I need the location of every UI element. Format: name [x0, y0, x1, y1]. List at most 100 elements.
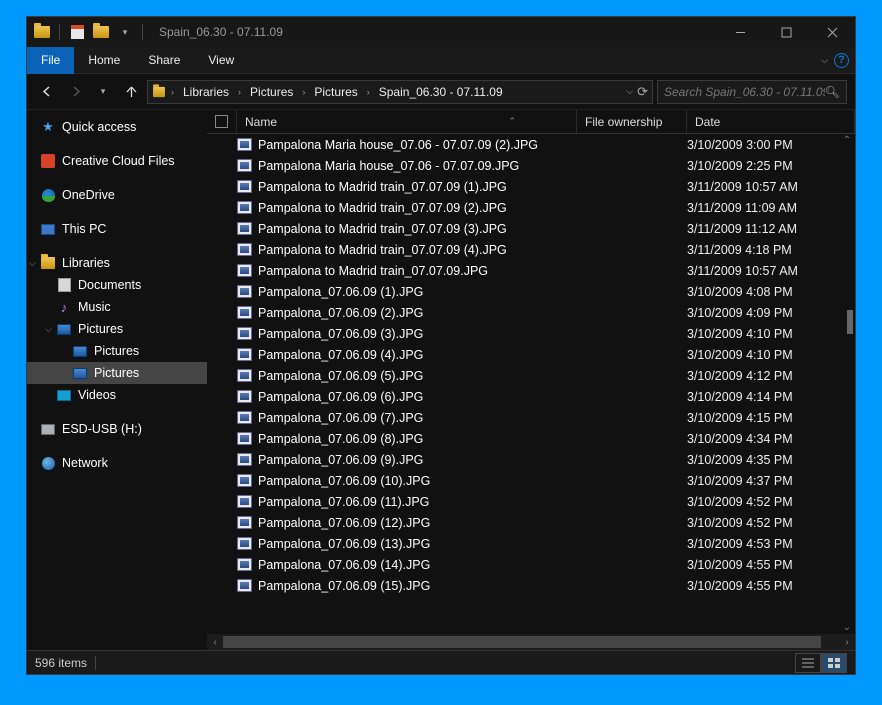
file-row[interactable]: Pampalona_07.06.09 (6).JPG3/10/2009 4:14…: [207, 386, 855, 407]
back-button[interactable]: [35, 80, 59, 104]
maximize-button[interactable]: [763, 17, 809, 47]
nav-music[interactable]: ♪Music: [27, 296, 207, 318]
nav-documents[interactable]: Documents: [27, 274, 207, 296]
refresh-icon[interactable]: ⟳: [637, 84, 648, 100]
chevron-right-icon[interactable]: ›: [234, 87, 245, 97]
file-row[interactable]: Pampalona to Madrid train_07.07.09 (3).J…: [207, 218, 855, 239]
nav-onedrive[interactable]: OneDrive: [27, 184, 207, 206]
search-input[interactable]: [664, 85, 825, 99]
file-row[interactable]: Pampalona_07.06.09 (12).JPG3/10/2009 4:5…: [207, 512, 855, 533]
crumb-libraries[interactable]: Libraries: [179, 81, 233, 103]
file-row[interactable]: Pampalona Maria house_07.06 - 07.07.09 (…: [207, 134, 855, 155]
column-date[interactable]: Date: [687, 110, 855, 133]
file-row[interactable]: Pampalona_07.06.09 (8).JPG3/10/2009 4:34…: [207, 428, 855, 449]
nav-pictures-sub2[interactable]: Pictures: [27, 362, 207, 384]
forward-button[interactable]: [63, 80, 87, 104]
chevron-right-icon[interactable]: ›: [167, 87, 178, 97]
scroll-up-arrow-icon[interactable]: ⌃: [842, 135, 852, 146]
file-date: 3/10/2009 4:53 PM: [687, 537, 855, 551]
crumb-pictures-2[interactable]: Pictures: [310, 81, 361, 103]
file-row[interactable]: Pampalona_07.06.09 (11).JPG3/10/2009 4:5…: [207, 491, 855, 512]
nav-esd-usb[interactable]: ESD-USB (H:): [27, 418, 207, 440]
image-file-icon: [237, 306, 252, 319]
vertical-scrollbar[interactable]: ⌃ ⌄: [839, 134, 855, 634]
file-date: 3/10/2009 4:35 PM: [687, 453, 855, 467]
nav-this-pc[interactable]: This PC: [27, 218, 207, 240]
column-label: File ownership: [585, 115, 662, 129]
file-row[interactable]: Pampalona_07.06.09 (5).JPG3/10/2009 4:12…: [207, 365, 855, 386]
chevron-right-icon[interactable]: ›: [363, 87, 374, 97]
folder-icon[interactable]: [31, 21, 53, 43]
tab-view[interactable]: View: [194, 47, 248, 74]
file-row[interactable]: Pampalona_07.06.09 (9).JPG3/10/2009 4:35…: [207, 449, 855, 470]
file-row[interactable]: Pampalona_07.06.09 (15).JPG3/10/2009 4:5…: [207, 575, 855, 596]
column-name[interactable]: Name⌃: [237, 110, 577, 133]
file-row[interactable]: Pampalona_07.06.09 (1).JPG3/10/2009 4:08…: [207, 281, 855, 302]
chevron-down-icon[interactable]: ⌵: [29, 258, 36, 269]
file-row[interactable]: Pampalona Maria house_07.06 - 07.07.09.J…: [207, 155, 855, 176]
file-row[interactable]: Pampalona_07.06.09 (10).JPG3/10/2009 4:3…: [207, 470, 855, 491]
libraries-icon: [41, 256, 55, 270]
file-row[interactable]: Pampalona to Madrid train_07.07.09 (1).J…: [207, 176, 855, 197]
crumb-pictures[interactable]: Pictures: [246, 81, 297, 103]
file-row[interactable]: Pampalona_07.06.09 (2).JPG3/10/2009 4:09…: [207, 302, 855, 323]
file-row[interactable]: Pampalona to Madrid train_07.07.09.JPG3/…: [207, 260, 855, 281]
nav-quick-access[interactable]: ★Quick access: [27, 116, 207, 138]
select-all-checkbox[interactable]: [215, 115, 228, 128]
history-dropdown-icon[interactable]: ▾: [91, 80, 115, 104]
file-row[interactable]: Pampalona_07.06.09 (3).JPG3/10/2009 4:10…: [207, 323, 855, 344]
file-row[interactable]: Pampalona to Madrid train_07.07.09 (2).J…: [207, 197, 855, 218]
explorer-window: ▾ Spain_06.30 - 07.11.09 File Home Share…: [26, 16, 856, 675]
file-date: 3/11/2009 4:18 PM: [687, 243, 855, 257]
address-history-icon[interactable]: ⌵: [626, 86, 633, 97]
separator: [59, 24, 60, 40]
thumbnail-view-button[interactable]: [821, 653, 847, 673]
file-row[interactable]: Pampalona to Madrid train_07.07.09 (4).J…: [207, 239, 855, 260]
file-date: 3/10/2009 4:55 PM: [687, 558, 855, 572]
column-checkbox[interactable]: [207, 110, 237, 133]
file-row[interactable]: Pampalona_07.06.09 (4).JPG3/10/2009 4:10…: [207, 344, 855, 365]
nav-pictures-sub1[interactable]: Pictures: [27, 340, 207, 362]
up-button[interactable]: [119, 80, 143, 104]
scrollbar-thumb[interactable]: [223, 636, 821, 648]
scrollbar-thumb[interactable]: [847, 310, 853, 334]
new-folder-icon[interactable]: [90, 21, 112, 43]
qat-dropdown-icon[interactable]: ▾: [114, 21, 136, 43]
file-row[interactable]: Pampalona_07.06.09 (14).JPG3/10/2009 4:5…: [207, 554, 855, 575]
nav-network[interactable]: Network: [27, 452, 207, 474]
file-row[interactable]: Pampalona_07.06.09 (7).JPG3/10/2009 4:15…: [207, 407, 855, 428]
address-bar[interactable]: › Libraries › Pictures › Pictures › Spai…: [147, 80, 653, 104]
close-button[interactable]: [809, 17, 855, 47]
search-box[interactable]: 🔍︎: [657, 80, 847, 104]
file-name: Pampalona Maria house_07.06 - 07.07.09 (…: [258, 138, 538, 152]
ribbon-expand-icon[interactable]: ⌵: [821, 55, 828, 66]
nav-videos[interactable]: Videos: [27, 384, 207, 406]
image-file-icon: [237, 432, 252, 445]
scroll-left-arrow-icon[interactable]: ‹: [207, 637, 223, 648]
tab-file[interactable]: File: [27, 47, 74, 74]
tab-home[interactable]: Home: [74, 47, 134, 74]
nav-libraries[interactable]: ⌵Libraries: [27, 252, 207, 274]
file-row[interactable]: Pampalona_07.06.09 (13).JPG3/10/2009 4:5…: [207, 533, 855, 554]
crumb-current[interactable]: Spain_06.30 - 07.11.09: [375, 81, 507, 103]
pictures-icon: [73, 366, 87, 380]
search-icon[interactable]: 🔍︎: [825, 85, 840, 99]
nav-label: Pictures: [94, 344, 139, 358]
properties-icon[interactable]: [66, 21, 88, 43]
chevron-down-icon[interactable]: ⌵: [45, 324, 52, 335]
tab-share[interactable]: Share: [134, 47, 194, 74]
column-file-ownership[interactable]: File ownership: [577, 110, 687, 133]
minimize-button[interactable]: [717, 17, 763, 47]
nav-creative-cloud[interactable]: Creative Cloud Files: [27, 150, 207, 172]
file-name: Pampalona to Madrid train_07.07.09 (4).J…: [258, 243, 507, 257]
help-icon[interactable]: ?: [834, 53, 849, 68]
scroll-right-arrow-icon[interactable]: ›: [839, 637, 855, 648]
chevron-right-icon[interactable]: ›: [298, 87, 309, 97]
image-file-icon: [237, 390, 252, 403]
horizontal-scrollbar[interactable]: ‹ ›: [207, 634, 855, 650]
scrollbar-track[interactable]: [223, 634, 839, 650]
scroll-down-arrow-icon[interactable]: ⌄: [842, 622, 852, 633]
breadcrumb-root-icon[interactable]: [152, 85, 166, 99]
details-view-button[interactable]: [795, 653, 821, 673]
nav-pictures[interactable]: ⌵Pictures: [27, 318, 207, 340]
